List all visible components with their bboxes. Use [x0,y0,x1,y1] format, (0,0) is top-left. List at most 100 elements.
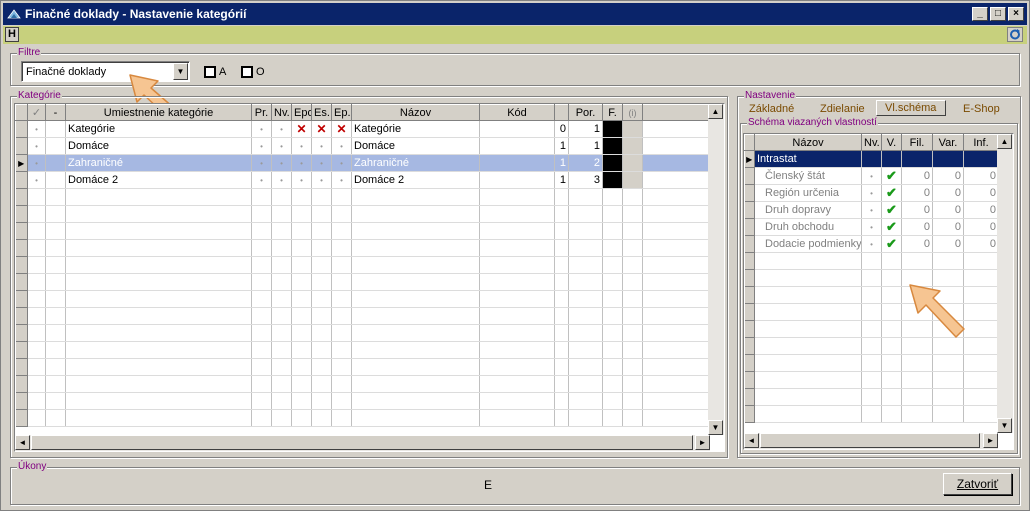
flag-epo[interactable]: • [291,154,312,172]
flag-epo-off-icon[interactable]: ✕ [291,120,312,138]
flag-epo[interactable]: • [291,171,312,189]
col-info[interactable]: (i) [622,104,643,121]
color-swatch[interactable] [602,137,623,155]
flag-es[interactable]: • [311,154,332,172]
flag-nv[interactable]: • [271,137,292,155]
schema-row[interactable]: Región určenia • ✔ 0 0 0 [744,184,999,202]
categories-grid[interactable]: ✓ - Umiestnenie kategórie Pr. Nv. Epo Es… [14,103,725,452]
scroll-up-icon[interactable]: ▲ [708,104,723,119]
checkbox-a-box[interactable] [204,66,216,78]
schema-hscroll[interactable]: ◄ ► [744,433,998,449]
categories-vscroll[interactable]: ▲ ▼ [708,104,724,435]
category-row[interactable]: • Domáce 2 • • • • • Domáce 213 [15,171,711,189]
close-dialog-button[interactable]: Zatvoriť [943,473,1012,495]
color-swatch[interactable] [602,171,623,189]
schema-col-var[interactable]: Var. [932,134,964,151]
flag-pr[interactable]: • [251,154,272,172]
flag-ep-off-icon[interactable]: ✕ [331,120,352,138]
scroll-up-icon[interactable]: ▲ [997,134,1012,149]
schema-col-inf[interactable]: Inf. [963,134,999,151]
checkbox-a[interactable]: A [204,66,226,78]
flag-ep[interactable]: • [331,171,352,189]
minimize-button[interactable]: _ [972,7,988,21]
maximize-button[interactable]: □ [990,7,1006,21]
checkbox-o[interactable]: O [241,66,265,78]
flag-es[interactable]: • [311,137,332,155]
checkmark-icon[interactable]: ✔ [881,184,902,202]
scroll-down-icon[interactable]: ▼ [997,418,1012,433]
close-button[interactable]: × [1008,7,1024,21]
col-nv[interactable]: Nv. [271,104,292,121]
color-swatch[interactable] [602,154,623,172]
flag-es-off-icon[interactable]: ✕ [311,120,332,138]
category-row[interactable]: ▶ • Zahraničné • • • • • Zahraničné 1 2 [15,154,711,172]
schema-grid[interactable]: Názov Nv. V. Fil. Var. Inf. ▶ Intrastat … [743,133,1014,450]
flag-pr[interactable]: • [251,120,272,138]
tab-zdielanie[interactable]: Zdielanie [820,103,865,115]
schema-cell-nv[interactable]: • [861,218,882,236]
scroll-right-icon[interactable]: ► [983,433,998,448]
checkmark-icon[interactable]: ✔ [881,218,902,236]
refresh-icon[interactable] [1007,27,1023,42]
col-kod[interactable]: Kód [479,104,555,121]
scroll-down-icon[interactable]: ▼ [708,420,723,435]
scroll-left-icon[interactable]: ◄ [15,435,30,450]
tab-zakladne[interactable]: Základné [749,103,794,115]
col-es[interactable]: Es. [311,104,332,121]
schema-row[interactable]: Druh dopravy • ✔ 0 0 0 [744,201,999,219]
flag-nv[interactable]: • [271,154,292,172]
schema-cell-nv[interactable]: • [861,184,882,202]
scroll-left-icon[interactable]: ◄ [744,433,759,448]
col-epo[interactable]: Epo [291,104,312,121]
checkmark-icon[interactable]: ✔ [881,235,902,253]
schema-col-fil[interactable]: Fil. [901,134,933,151]
tab-vl-schema[interactable]: Vl.schéma [876,100,946,116]
row-check[interactable]: • [27,154,46,172]
flag-ep[interactable]: • [331,154,352,172]
flag-pr[interactable]: • [251,171,272,189]
flag-pr[interactable]: • [251,137,272,155]
row-check[interactable]: • [27,171,46,189]
schema-col-nv[interactable]: Nv. [861,134,882,151]
col-nazov[interactable]: Názov [351,104,480,121]
tab-eshop[interactable]: E-Shop [963,103,1000,115]
schema-row[interactable]: Členský štát • ✔ 0 0 0 [744,167,999,185]
hscroll-thumb[interactable] [760,433,980,448]
row-check[interactable]: • [27,137,46,155]
flag-es[interactable]: • [311,171,332,189]
flag-ep[interactable]: • [331,137,352,155]
col-level[interactable] [554,104,569,121]
color-swatch[interactable] [602,120,623,138]
schema-col-v[interactable]: V. [881,134,902,151]
row-check[interactable]: • [27,120,46,138]
h-button[interactable]: H [5,27,19,42]
checkmark-icon[interactable]: ✔ [881,201,902,219]
category-row[interactable]: • Kategórie • • ✕ ✕ ✕ Kategórie 0 1 [15,120,711,138]
col-ep[interactable]: Ep. [331,104,352,121]
scroll-right-icon[interactable]: ► [695,435,710,450]
schema-row[interactable]: Dodacie podmienky • ✔ 0 0 0 [744,235,999,253]
col-check[interactable]: ✓ [27,104,46,121]
schema-parent-row[interactable]: ▶ Intrastat [744,150,999,168]
col-dash[interactable]: - [45,104,66,121]
categories-hscroll[interactable]: ◄ ► [15,435,710,451]
row-indicator [15,324,28,342]
schema-cell-fil: 0 [901,184,933,202]
schema-cell-nv[interactable]: • [861,167,882,185]
hscroll-thumb[interactable] [31,435,693,450]
col-pr[interactable]: Pr. [251,104,272,121]
flag-nv[interactable]: • [271,120,292,138]
schema-col-nazov[interactable]: Názov [754,134,862,151]
col-f[interactable]: F. [602,104,623,121]
flag-nv[interactable]: • [271,171,292,189]
schema-row[interactable]: Druh obchodu • ✔ 0 0 0 [744,218,999,236]
col-por[interactable]: Por. [568,104,603,121]
schema-cell-nv[interactable]: • [861,201,882,219]
category-row[interactable]: • Domáce • • • • • Domáce 1 1 [15,137,711,155]
schema-vscroll[interactable]: ▲ ▼ [997,134,1013,433]
schema-cell-nv[interactable]: • [861,235,882,253]
flag-epo[interactable]: • [291,137,312,155]
col-umiestnenie[interactable]: Umiestnenie kategórie [65,104,252,121]
checkbox-o-box[interactable] [241,66,253,78]
checkmark-icon[interactable]: ✔ [881,167,902,185]
